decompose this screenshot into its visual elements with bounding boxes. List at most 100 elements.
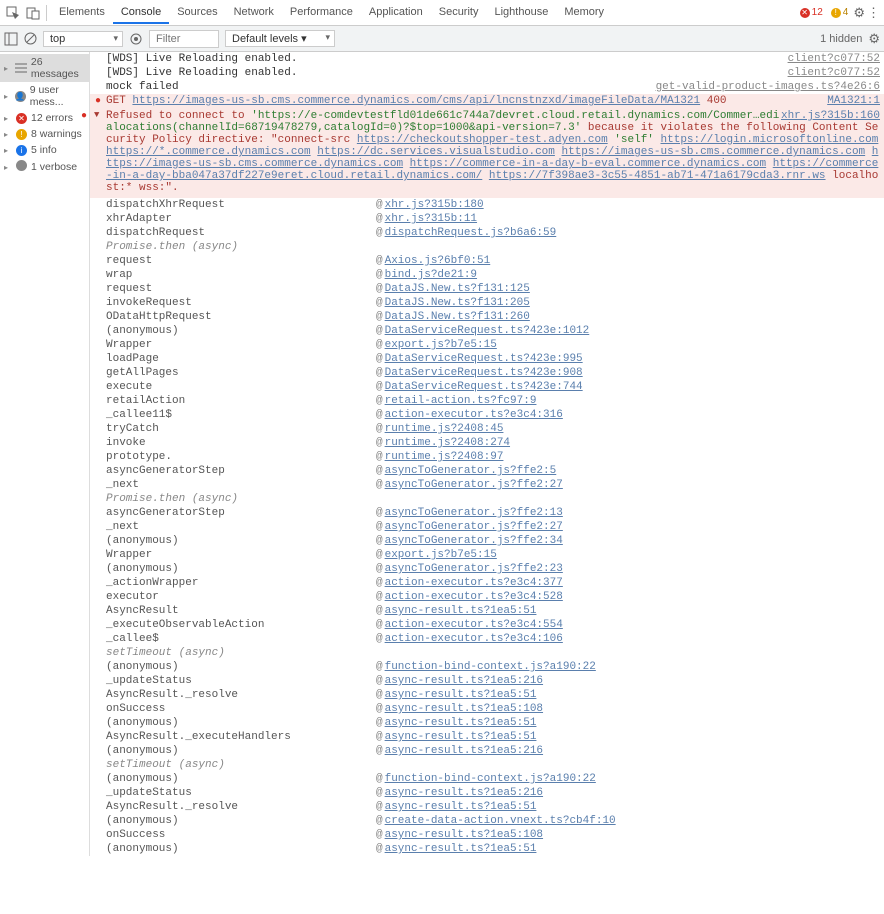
stack-frame[interactable]: dispatchRequest@dispatchRequest.js?b6a6:… xyxy=(90,226,884,240)
log-levels-selector[interactable]: Default levels ▾ xyxy=(225,30,335,47)
sidebar-filter-warn[interactable]: ▸!8 warnings xyxy=(0,126,89,142)
stack-frame[interactable]: (anonymous)@create-data-action.vnext.ts?… xyxy=(90,814,884,828)
source-location-link[interactable]: runtime.js?2408:274 xyxy=(385,437,510,449)
source-location-link[interactable]: async-result.ts?1ea5:51 xyxy=(385,717,537,729)
source-location-link[interactable]: async-result.ts?1ea5:51 xyxy=(385,689,537,701)
source-location-link[interactable]: DataServiceRequest.ts?423e:995 xyxy=(385,353,583,365)
sidebar-filter-err[interactable]: ▸✕12 errors xyxy=(0,110,89,126)
inspect-icon[interactable] xyxy=(4,4,22,22)
sidebar-filter-user[interactable]: ▸👤9 user mess... xyxy=(0,82,89,110)
source-location-link[interactable]: asyncToGenerator.js?ffe2:13 xyxy=(385,507,563,519)
stack-frame[interactable]: (anonymous)@function-bind-context.js?a19… xyxy=(90,660,884,674)
source-location-link[interactable]: async-result.ts?1ea5:51 xyxy=(385,801,537,813)
stack-frame[interactable]: ODataHttpRequest@DataJS.New.ts?f131:260 xyxy=(90,310,884,324)
console-log-row[interactable]: [WDS] Live Reloading enabled.client?c077… xyxy=(90,52,884,66)
sidebar-filter-list[interactable]: ▸26 messages xyxy=(0,54,89,82)
tab-performance[interactable]: Performance xyxy=(282,2,361,23)
stack-frame[interactable]: _updateStatus@async-result.ts?1ea5:216 xyxy=(90,786,884,800)
stack-frame[interactable]: invokeRequest@DataJS.New.ts?f131:205 xyxy=(90,296,884,310)
source-location-link[interactable]: export.js?b7e5:15 xyxy=(385,549,497,561)
source-location-link[interactable]: runtime.js?2408:97 xyxy=(385,451,504,463)
stack-frame[interactable]: (anonymous)@asyncToGenerator.js?ffe2:34 xyxy=(90,534,884,548)
filter-input[interactable] xyxy=(149,30,219,48)
tab-sources[interactable]: Sources xyxy=(169,2,225,23)
source-location-link[interactable]: async-result.ts?1ea5:108 xyxy=(385,703,543,715)
source-location-link[interactable]: action-executor.ts?e3c4:554 xyxy=(385,619,563,631)
console-log-row[interactable]: [WDS] Live Reloading enabled.client?c077… xyxy=(90,66,884,80)
more-menu-icon[interactable]: ⋮ xyxy=(867,5,880,21)
source-location-link[interactable]: async-result.ts?1ea5:216 xyxy=(385,675,543,687)
warning-count-badge[interactable]: !4 xyxy=(828,7,852,18)
stack-frame[interactable]: _updateStatus@async-result.ts?1ea5:216 xyxy=(90,674,884,688)
source-location-link[interactable]: async-result.ts?1ea5:216 xyxy=(385,745,543,757)
stack-frame[interactable]: _callee$@action-executor.ts?e3c4:106 xyxy=(90,632,884,646)
stack-frame[interactable]: _next@asyncToGenerator.js?ffe2:27 xyxy=(90,520,884,534)
stack-frame[interactable]: _next@asyncToGenerator.js?ffe2:27 xyxy=(90,478,884,492)
source-location-link[interactable]: DataServiceRequest.ts?423e:908 xyxy=(385,367,583,379)
source-link[interactable]: xhr.js?315b:160 xyxy=(781,110,880,122)
request-url-link[interactable]: https://images-us-sb.cms.commerce.dynami… xyxy=(132,95,700,107)
stack-frame[interactable]: xhrAdapter@xhr.js?315b:11 xyxy=(90,212,884,226)
source-location-link[interactable]: xhr.js?315b:11 xyxy=(385,213,477,225)
source-location-link[interactable]: asyncToGenerator.js?ffe2:27 xyxy=(385,479,563,491)
csp-allowed-source[interactable]: https://dc.services.visualstudio.com xyxy=(317,146,555,158)
error-count-badge[interactable]: ✕12 xyxy=(797,7,826,18)
console-log-row[interactable]: mock failedget-valid-product-images.ts?4… xyxy=(90,80,884,94)
source-location-link[interactable]: bind.js?de21:9 xyxy=(385,269,477,281)
csp-violation-message[interactable]: ▼ xhr.js?315b:160 Refused to connect to … xyxy=(90,108,884,198)
source-location-link[interactable]: DataJS.New.ts?f131:260 xyxy=(385,311,530,323)
source-location-link[interactable]: action-executor.ts?e3c4:377 xyxy=(385,577,563,589)
source-link[interactable]: get-valid-product-images.ts?4e26:6 xyxy=(656,81,880,93)
stack-frame[interactable]: execute@DataServiceRequest.ts?423e:744 xyxy=(90,380,884,394)
source-location-link[interactable]: async-result.ts?1ea5:51 xyxy=(385,731,537,743)
source-location-link[interactable]: asyncToGenerator.js?ffe2:23 xyxy=(385,563,563,575)
context-selector[interactable]: top xyxy=(43,31,123,47)
stack-frame[interactable]: onSuccess@async-result.ts?1ea5:108 xyxy=(90,828,884,842)
tab-lighthouse[interactable]: Lighthouse xyxy=(486,2,556,23)
stack-frame[interactable]: request@Axios.js?6bf0:51 xyxy=(90,254,884,268)
sidebar-filter-verb[interactable]: ▸1 verbose xyxy=(0,158,89,176)
source-location-link[interactable]: function-bind-context.js?a190:22 xyxy=(385,661,596,673)
hidden-count[interactable]: 1 hidden xyxy=(820,33,862,45)
source-location-link[interactable]: async-result.ts?1ea5:108 xyxy=(385,829,543,841)
source-location-link[interactable]: DataServiceRequest.ts?423e:744 xyxy=(385,381,583,393)
stack-frame[interactable]: AsyncResult._resolve@async-result.ts?1ea… xyxy=(90,800,884,814)
sidebar-filter-info[interactable]: ▸i5 info xyxy=(0,142,89,158)
stack-frame[interactable]: asyncGeneratorStep@asyncToGenerator.js?f… xyxy=(90,464,884,478)
settings-gear-icon[interactable]: ⚙ xyxy=(853,5,865,21)
clear-console-icon[interactable] xyxy=(24,32,37,45)
stack-frame[interactable]: (anonymous)@async-result.ts?1ea5:51 xyxy=(90,842,884,856)
console-error-row[interactable]: GET https://images-us-sb.cms.commerce.dy… xyxy=(90,94,884,108)
tab-memory[interactable]: Memory xyxy=(556,2,612,23)
tab-elements[interactable]: Elements xyxy=(51,2,113,23)
stack-frame[interactable]: AsyncResult._executeHandlers@async-resul… xyxy=(90,730,884,744)
csp-allowed-source[interactable]: https://login.microsoftonline.com xyxy=(661,134,879,146)
csp-allowed-source[interactable]: https://*.commerce.dynamics.com xyxy=(106,146,311,158)
stack-frame[interactable]: (anonymous)@asyncToGenerator.js?ffe2:23 xyxy=(90,562,884,576)
csp-allowed-source[interactable]: https://commerce-in-a-day-b-eval.commerc… xyxy=(410,158,766,170)
csp-allowed-source[interactable]: https://images-us-sb.cms.commerce.dynami… xyxy=(562,146,866,158)
stack-frame[interactable]: onSuccess@async-result.ts?1ea5:108 xyxy=(90,702,884,716)
source-location-link[interactable]: DataJS.New.ts?f131:205 xyxy=(385,297,530,309)
stack-frame[interactable]: wrap@bind.js?de21:9 xyxy=(90,268,884,282)
console-settings-icon[interactable]: ⚙ xyxy=(868,31,880,47)
source-location-link[interactable]: export.js?b7e5:15 xyxy=(385,339,497,351)
stack-frame[interactable]: (anonymous)@async-result.ts?1ea5:51 xyxy=(90,716,884,730)
source-link[interactable]: client?c077:52 xyxy=(788,53,880,65)
source-location-link[interactable]: asyncToGenerator.js?ffe2:27 xyxy=(385,521,563,533)
source-location-link[interactable]: asyncToGenerator.js?ffe2:34 xyxy=(385,535,563,547)
stack-frame[interactable]: retailAction@retail-action.ts?fc97:9 xyxy=(90,394,884,408)
stack-frame[interactable]: _executeObservableAction@action-executor… xyxy=(90,618,884,632)
stack-frame[interactable]: getAllPages@DataServiceRequest.ts?423e:9… xyxy=(90,366,884,380)
stack-frame[interactable]: invoke@runtime.js?2408:274 xyxy=(90,436,884,450)
stack-frame[interactable]: asyncGeneratorStep@asyncToGenerator.js?f… xyxy=(90,506,884,520)
live-expression-icon[interactable] xyxy=(129,32,143,46)
stack-frame[interactable]: Wrapper@export.js?b7e5:15 xyxy=(90,338,884,352)
stack-frame[interactable]: (anonymous)@async-result.ts?1ea5:216 xyxy=(90,744,884,758)
source-location-link[interactable]: async-result.ts?1ea5:216 xyxy=(385,787,543,799)
source-location-link[interactable]: retail-action.ts?fc97:9 xyxy=(385,395,537,407)
stack-frame[interactable]: _callee11$@action-executor.ts?e3c4:316 xyxy=(90,408,884,422)
device-toggle-icon[interactable] xyxy=(24,4,42,22)
source-location-link[interactable]: DataJS.New.ts?f131:125 xyxy=(385,283,530,295)
source-link[interactable]: MA1321:1 xyxy=(827,95,880,107)
